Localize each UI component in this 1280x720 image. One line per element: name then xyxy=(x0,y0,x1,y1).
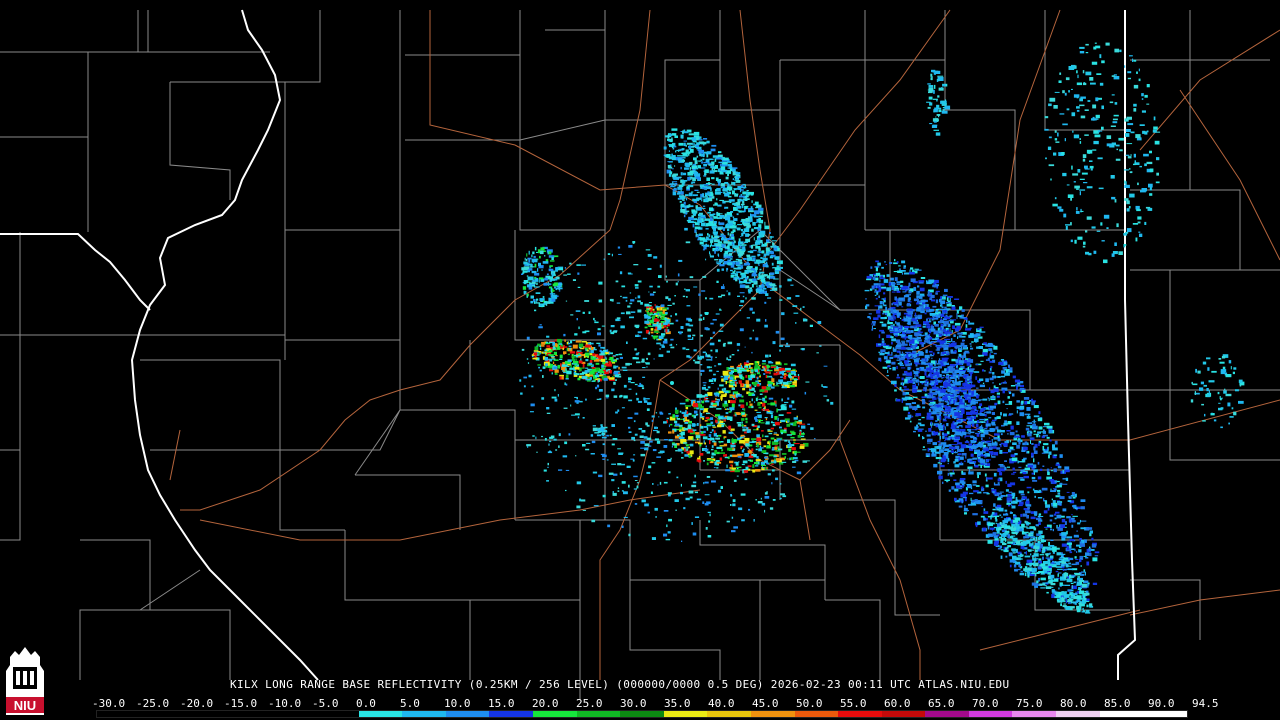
color-bar-segment xyxy=(576,711,621,717)
color-bar-segment xyxy=(532,711,577,717)
color-bar-segment xyxy=(227,711,272,717)
color-bar-segment xyxy=(314,711,359,717)
color-bar-segment xyxy=(838,711,882,717)
color-bar-segment xyxy=(140,711,185,717)
caption-product: LONG RANGE BASE REFLECTIVITY xyxy=(265,678,462,691)
color-bar-segment xyxy=(1099,711,1144,717)
color-bar-segment xyxy=(1012,711,1057,717)
color-bar-segment xyxy=(663,711,708,717)
scale-label: -25.0 xyxy=(136,697,170,710)
color-bar-segment xyxy=(271,711,315,717)
color-bar-segment xyxy=(445,711,490,717)
color-bar-segment xyxy=(184,711,228,717)
scale-label: 70.0 xyxy=(972,697,999,710)
scale-label: -15.0 xyxy=(224,697,258,710)
color-bar-segment xyxy=(707,711,751,717)
color-bar-segment xyxy=(489,711,533,717)
scale-label: 10.0 xyxy=(444,697,471,710)
scale-label: -10.0 xyxy=(268,697,302,710)
color-bar-segment xyxy=(1143,711,1187,717)
scale-label: -20.0 xyxy=(180,697,214,710)
scale-label: 50.0 xyxy=(796,697,823,710)
scale-label: 60.0 xyxy=(884,697,911,710)
color-bar-segment xyxy=(881,711,926,717)
scale-label: 30.0 xyxy=(620,697,647,710)
scale-label: 80.0 xyxy=(1060,697,1087,710)
reflectivity-color-bar xyxy=(96,710,1188,718)
scale-label: 65.0 xyxy=(928,697,955,710)
scale-label: 45.0 xyxy=(752,697,779,710)
scale-label: 25.0 xyxy=(576,697,603,710)
color-bar-segment xyxy=(925,711,969,717)
color-bar-segment xyxy=(794,711,839,717)
niu-logo: NIU xyxy=(6,647,44,715)
scale-label: 85.0 xyxy=(1104,697,1131,710)
color-bar-segment xyxy=(402,711,446,717)
scale-label: 90.0 xyxy=(1148,697,1175,710)
radar-map xyxy=(0,9,1280,700)
scale-label: -30.0 xyxy=(92,697,126,710)
color-bar-segment xyxy=(97,711,141,717)
scale-label: 5.0 xyxy=(400,697,420,710)
radar-center-marker xyxy=(670,381,674,385)
caption-scan: (000000/0000 0.5 DEG) xyxy=(616,678,764,691)
scale-label: 94.5 xyxy=(1192,697,1219,710)
radar-echoes xyxy=(519,42,1245,614)
scale-label: 55.0 xyxy=(840,697,867,710)
scale-label: 40.0 xyxy=(708,697,735,710)
color-bar-segment xyxy=(1056,711,1100,717)
color-bar-segment xyxy=(968,711,1013,717)
product-caption: KILX LONG RANGE BASE REFLECTIVITY (0.25K… xyxy=(230,678,1010,691)
caption-source: ATLAS.NIU.EDU xyxy=(918,678,1010,691)
caption-timestamp: 2026-02-23 00:11 UTC xyxy=(770,678,912,691)
county-borders xyxy=(0,10,1280,700)
niu-logo-text: NIU xyxy=(14,698,36,713)
color-bar-segment xyxy=(358,711,403,717)
color-bar-segment xyxy=(620,711,664,717)
scale-label: 75.0 xyxy=(1016,697,1043,710)
reflectivity-scale-labels: -30.0 -25.0 -20.0 -15.0 -10.0 -5.0 0.0 5.0 10.0 1… xyxy=(92,697,1219,710)
color-bar-segment xyxy=(750,711,795,717)
scale-label: -5.0 xyxy=(312,697,339,710)
caption-site: KILX xyxy=(230,678,259,691)
scale-label: 0.0 xyxy=(356,697,376,710)
scale-label: 15.0 xyxy=(488,697,515,710)
caption-resolution: (0.25KM / 256 LEVEL) xyxy=(468,678,610,691)
scale-label: 35.0 xyxy=(664,697,691,710)
scale-label: 20.0 xyxy=(532,697,559,710)
